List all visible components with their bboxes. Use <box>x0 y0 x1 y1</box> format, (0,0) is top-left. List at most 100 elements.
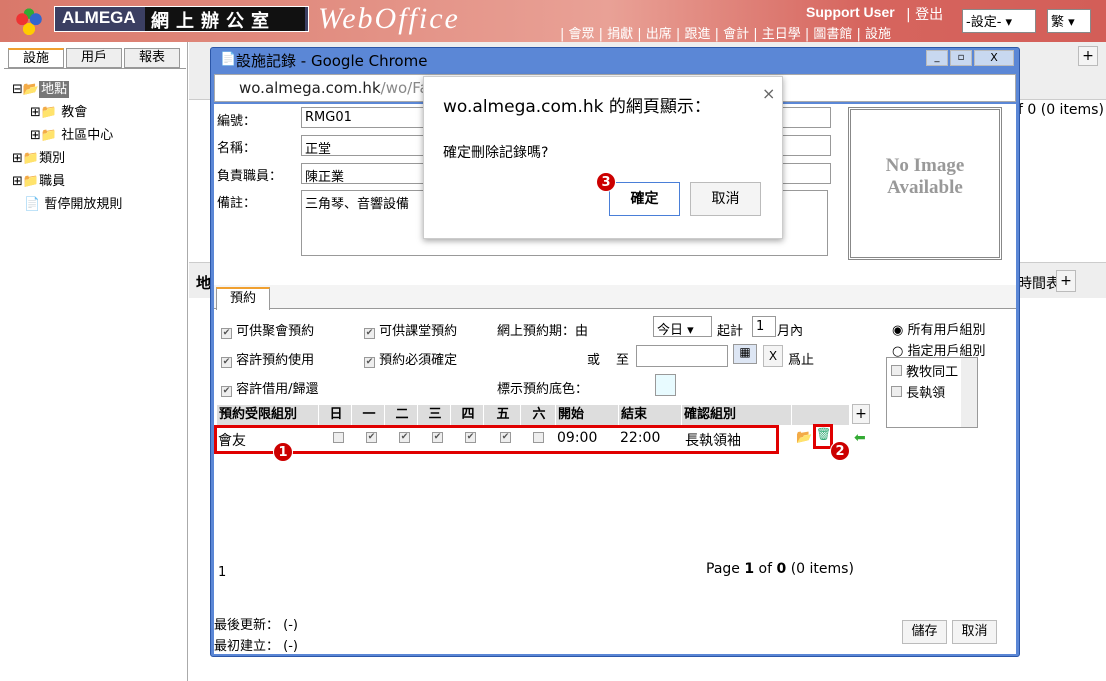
settings-select[interactable]: -設定- ▾ <box>962 9 1036 33</box>
count-prefix: 起計 <box>717 324 744 339</box>
col-header: 二 <box>385 405 418 425</box>
group-item: 教牧同工 <box>906 365 959 380</box>
col-header: 四 <box>451 405 484 425</box>
tab-users[interactable]: 用戶 <box>66 48 122 68</box>
dialog-message: 確定刪除記錄嗎? <box>443 145 549 161</box>
logo-icon <box>12 8 46 36</box>
col-header: 開始 <box>556 405 619 425</box>
close-icon[interactable]: X <box>974 50 1014 66</box>
tree-label: 類別 <box>39 151 66 166</box>
dialog-close-icon[interactable]: × <box>762 84 775 103</box>
remark-label: 備註： <box>217 196 257 211</box>
cancel-button[interactable]: 取消 <box>952 620 997 644</box>
tree-item-category[interactable]: ⊞📁類別 <box>12 147 65 166</box>
tree-label: 暫停開放規則 <box>44 197 123 212</box>
language-select[interactable]: 繁 ▾ <box>1047 9 1091 33</box>
tree-item-staff[interactable]: ⊞📁職員 <box>12 170 65 189</box>
option-borrow-return[interactable]: ✔ 容許借用/歸還 <box>221 378 319 397</box>
tree-label: 教會 <box>61 105 88 120</box>
created: 最初建立： (-) <box>214 639 298 654</box>
tree-label: 職員 <box>39 174 66 189</box>
add-button[interactable]: + <box>1078 46 1098 66</box>
group-item: 長執領 <box>906 386 946 401</box>
tree-item-closure-rules[interactable]: 📄 暫停開放規則 <box>24 193 122 212</box>
settings-value: -設定- <box>966 15 1002 30</box>
save-button[interactable]: 儲存 <box>902 620 947 644</box>
tab-facilities[interactable]: 設施 <box>8 48 64 68</box>
color-picker[interactable] <box>655 374 676 396</box>
schedule-label: 時間表 <box>1018 276 1060 292</box>
until-label: 爲止 <box>788 353 815 368</box>
popup-title: 設施記錄 - Google Chrome <box>236 52 428 70</box>
pager: Page 1 of 0 (0 items) <box>706 561 854 577</box>
staff-label: 負責職員： <box>217 169 283 184</box>
tab-booking[interactable]: 預約 <box>216 287 270 310</box>
option-allow-booking[interactable]: ✔ 容許預約使用 <box>221 349 314 368</box>
annotation-badge-1: 1 <box>273 442 293 462</box>
url-host: wo.almega.com.hk <box>239 79 381 97</box>
count-input[interactable]: 1 <box>752 316 776 337</box>
annotation-badge-3: 3 <box>596 172 616 192</box>
option-label: 容許預約使用 <box>236 353 315 368</box>
calendar-icon[interactable]: ▦ <box>733 344 757 364</box>
tree-item-community[interactable]: ⊞📁 社區中心 <box>30 124 113 143</box>
col-header: 預約受限組別 <box>217 405 319 425</box>
clear-date-button[interactable]: X <box>763 345 783 367</box>
col-header: 日 <box>319 405 352 425</box>
logo-chinese: 網上辦公室 <box>145 7 305 32</box>
period-from-value: 今日 <box>657 323 684 338</box>
tree-item-church[interactable]: ⊞📁 教會 <box>30 101 87 120</box>
user-name[interactable]: Support User <box>806 4 895 20</box>
dialog-ok-button[interactable]: 確定 <box>609 182 680 216</box>
no-image-placeholder: No Image Available <box>848 107 1002 260</box>
minimize-icon[interactable]: _ <box>926 50 948 66</box>
col-header: 五 <box>484 405 521 425</box>
option-gathering[interactable]: ✔ 可供聚會預約 <box>221 320 314 339</box>
radio-label: 所有用戶組別 <box>907 323 986 338</box>
end-date-input[interactable] <box>636 345 728 367</box>
open-folder-icon[interactable]: 📂 <box>796 430 812 445</box>
color-label: 標示預約底色： <box>497 382 589 397</box>
option-label: 可供課堂預約 <box>379 324 458 339</box>
tree-label: 地點 <box>39 81 70 98</box>
tab-reports[interactable]: 報表 <box>124 48 180 68</box>
highlight-row <box>214 425 779 454</box>
dialog-title: wo.almega.com.hk 的網頁顯示： <box>443 97 711 117</box>
delete-icon[interactable]: 🗑 <box>813 424 833 449</box>
radio-all-groups[interactable]: ◉ 所有用戶組別 <box>892 319 986 338</box>
group-list-scrollbar[interactable] <box>961 358 977 427</box>
add-schedule-button[interactable]: + <box>1056 270 1076 292</box>
move-icon[interactable]: ⬅ <box>854 430 866 446</box>
option-must-confirm[interactable]: ✔ 預約必須確定 <box>364 349 457 368</box>
logout-link[interactable]: | 登出 <box>906 4 943 24</box>
period-label: 網上預約期：由 <box>497 324 589 339</box>
option-label: 預約必須確定 <box>379 353 458 368</box>
count-suffix: 月內 <box>777 324 804 339</box>
url-path: /wo/Fa <box>380 79 429 97</box>
logo-text: ALMEGA <box>62 8 136 27</box>
dialog-cancel-button[interactable]: 取消 <box>690 182 761 216</box>
option-class[interactable]: ✔ 可供課堂預約 <box>364 320 457 339</box>
col-header: 一 <box>352 405 385 425</box>
to-label: 至 <box>616 353 630 368</box>
language-value: 繁 <box>1051 15 1065 30</box>
code-label: 編號： <box>217 114 257 129</box>
name-label: 名稱： <box>217 141 257 156</box>
section-label: 地 <box>196 274 212 292</box>
tree-item-locations[interactable]: ⊟📂 地點 <box>12 78 70 98</box>
col-header: 六 <box>521 405 556 425</box>
maximize-icon[interactable]: ▫ <box>950 50 972 66</box>
or-label: 或 <box>587 353 601 368</box>
paging-text: f 0 (0 items) <box>1018 102 1104 118</box>
option-label: 可供聚會預約 <box>236 324 315 339</box>
pager-left: 1 <box>218 565 227 580</box>
brand: WebOffice <box>318 2 460 35</box>
period-from-select[interactable]: 今日 ▾ <box>653 316 712 338</box>
annotation-badge-2: 2 <box>830 441 850 461</box>
tree-label: 社區中心 <box>61 128 114 143</box>
option-label: 容許借用/歸還 <box>236 382 319 397</box>
add-row-button[interactable]: + <box>852 404 870 424</box>
last-update: 最後更新： (-) <box>214 618 298 633</box>
col-header: 結束 <box>619 405 682 425</box>
top-nav[interactable]: | 會眾 | 捐獻 | 出席 | 跟進 | 會計 | 主日學 | 圖書館 | 設… <box>560 23 891 42</box>
